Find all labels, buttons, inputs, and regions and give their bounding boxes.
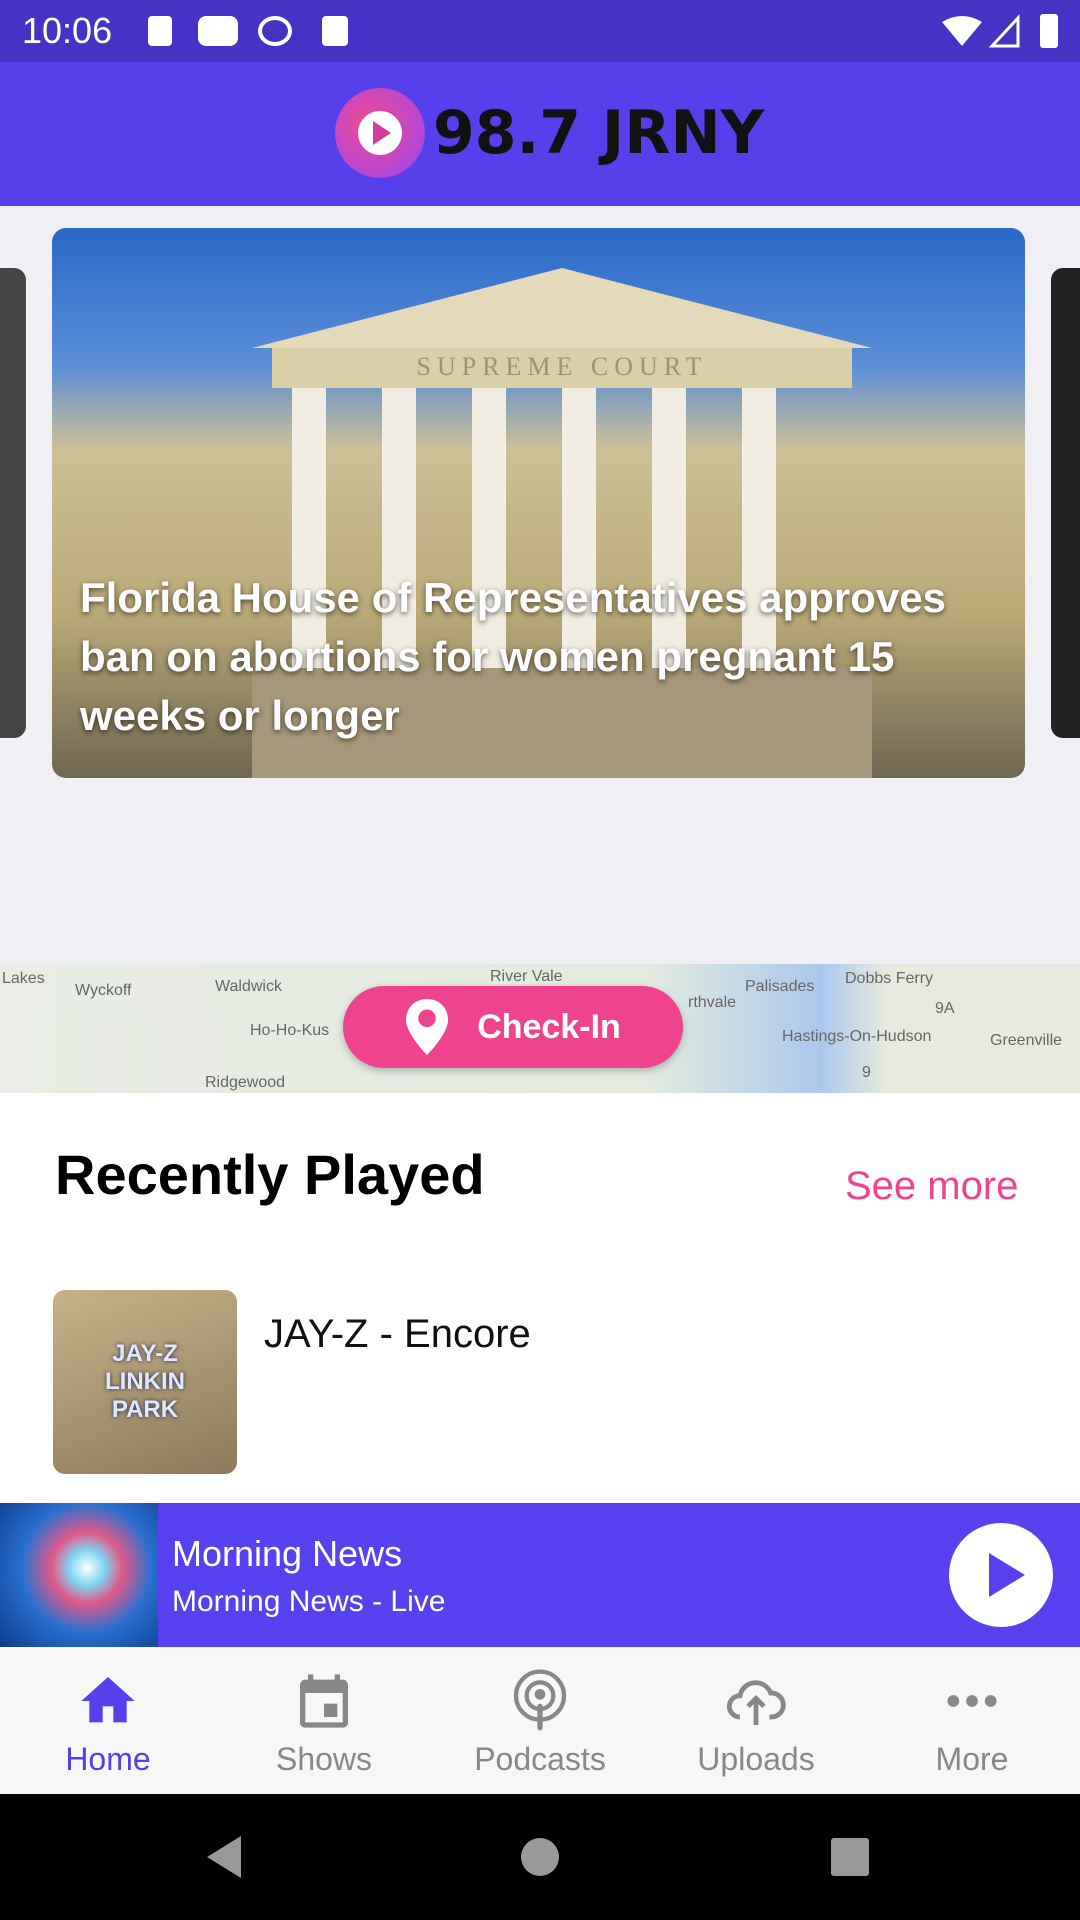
track-title[interactable]: JAY-Z - Encore (264, 1312, 531, 1357)
play-button[interactable] (949, 1523, 1053, 1627)
map-label: Palisades (745, 978, 815, 995)
check-in-label: Check-In (477, 1007, 621, 1046)
tab-shows[interactable]: Shows (216, 1647, 432, 1794)
cloud-upload-icon (727, 1680, 786, 1725)
signal-icon (988, 14, 1020, 48)
map-label: Hastings-On-Hudson (782, 1028, 932, 1045)
app-bar: 98.7 JRNY (0, 62, 1080, 206)
player-artwork (0, 1503, 158, 1647)
station-logo: 98.7 JRNY (335, 88, 764, 178)
album-art-text: JAY-Z LINKIN PARK (105, 1340, 185, 1423)
map-label: 9A (935, 1000, 955, 1017)
map-label: Greenville (990, 1032, 1063, 1049)
carousel-next-card[interactable] (1051, 268, 1080, 738)
podcast-icon (513, 1669, 567, 1731)
album-art[interactable]: JAY-Z LINKIN PARK (53, 1290, 237, 1474)
more-icon (947, 1695, 997, 1707)
map-label: River Vale (490, 968, 563, 985)
map-label: Dobbs Ferry (845, 970, 934, 987)
battery-icon (1040, 14, 1058, 48)
signal-wifi-icons (942, 14, 1020, 48)
tab-label: More (935, 1741, 1009, 1777)
bottom-nav: Home Shows Podcasts Uploads More (0, 1647, 1080, 1794)
sd-card-icon (322, 16, 348, 46)
tab-more[interactable]: More (864, 1647, 1080, 1794)
youtube-icon (198, 16, 238, 46)
tab-home[interactable]: Home (0, 1647, 216, 1794)
section-title: Recently Played (55, 1143, 485, 1206)
status-time: 10:06 (22, 10, 113, 51)
tab-label: Home (65, 1741, 151, 1777)
check-in-button[interactable]: Check-In (343, 986, 683, 1068)
tab-uploads[interactable]: Uploads (648, 1647, 864, 1794)
mini-player[interactable]: Morning News Morning News - Live (0, 1503, 1080, 1647)
home-icon (81, 1677, 135, 1723)
map-label: Wyckoff (75, 982, 132, 999)
tab-podcasts[interactable]: Podcasts (432, 1647, 648, 1794)
home-circle-icon[interactable] (519, 1836, 561, 1878)
news-card[interactable]: SUPREME COURT Florida House of Represent… (52, 228, 1025, 778)
tab-label: Shows (275, 1741, 373, 1777)
recents-icon[interactable] (829, 1836, 871, 1878)
player-title: Morning News (172, 1533, 403, 1574)
status-bar: 10:06 (0, 0, 1080, 62)
player-subtitle: Morning News - Live (172, 1585, 446, 1618)
news-headline: Florida House of Representatives approve… (80, 574, 946, 739)
map-label: rthvale (688, 994, 737, 1011)
location-pin-icon (406, 999, 449, 1055)
building-inscription: SUPREME COURT (416, 352, 708, 381)
logo-text: 98.7 JRNY (433, 98, 765, 168)
tab-label: Podcasts (474, 1741, 606, 1777)
back-icon[interactable] (205, 1834, 245, 1880)
carousel-prev-card[interactable] (0, 268, 26, 738)
system-nav-bar (0, 1794, 1080, 1920)
map-label: Ho-Ho-Kus (250, 1022, 330, 1039)
tab-label: Uploads (697, 1741, 815, 1777)
calendar-icon (300, 1674, 348, 1728)
wifi-icon (942, 16, 982, 46)
a-icon (148, 16, 172, 46)
logo-play-icon (335, 88, 425, 178)
map-label: Ridgewood (205, 1074, 286, 1091)
q-icon (258, 16, 292, 46)
map-label: Lakes (2, 970, 45, 987)
see-more-link[interactable]: See more (845, 1164, 1018, 1209)
map-label: 9 (862, 1064, 871, 1081)
map-label: Waldwick (215, 978, 282, 995)
